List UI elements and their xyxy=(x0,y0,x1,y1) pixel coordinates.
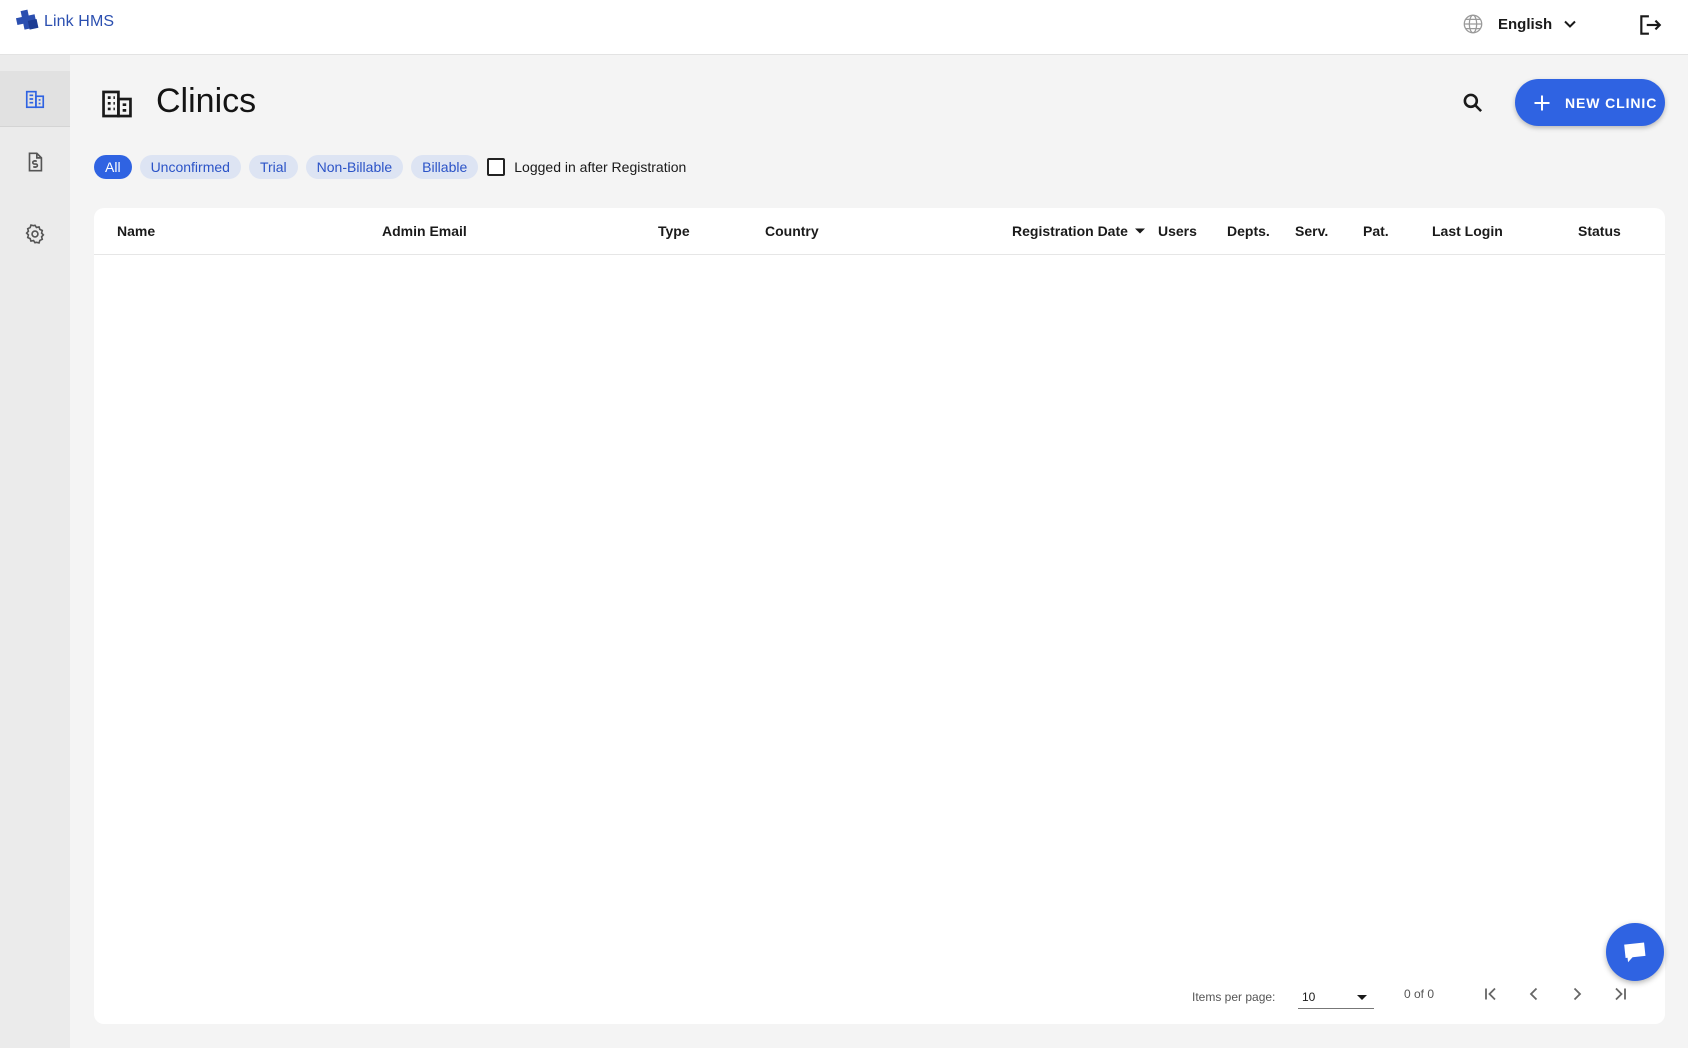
chat-icon xyxy=(1624,942,1646,963)
column-header-users[interactable]: Users xyxy=(1158,223,1197,239)
first-page-icon xyxy=(1485,987,1496,1001)
new-clinic-label: NEW CLINIC xyxy=(1565,94,1658,111)
column-header-admin-email[interactable]: Admin Email xyxy=(382,223,467,239)
pagination-range: 0 of 0 xyxy=(1404,987,1435,1001)
logout-button[interactable] xyxy=(1637,12,1663,38)
new-clinic-button[interactable]: NEW CLINIC xyxy=(1515,79,1665,126)
column-header-name[interactable]: Name xyxy=(117,223,155,239)
clinics-table: Name Admin Email Type Country Registrati… xyxy=(94,208,1665,1024)
logout-icon xyxy=(1640,15,1662,35)
column-header-country[interactable]: Country xyxy=(765,223,819,239)
column-header-registration-date[interactable]: Registration Date xyxy=(1012,223,1146,239)
clinics-icon xyxy=(25,90,45,109)
chat-button[interactable] xyxy=(1606,923,1664,981)
column-header-type[interactable]: Type xyxy=(658,223,690,239)
status-filter-chips: All Unconfirmed Trial Non-Billable Billa… xyxy=(94,155,686,179)
link-hms-logo-icon xyxy=(15,9,39,30)
sidebar-item-clinics[interactable] xyxy=(0,71,70,127)
previous-page-button[interactable] xyxy=(1520,980,1548,1008)
filter-chip-billable[interactable]: Billable xyxy=(411,155,479,179)
clinics-page-icon xyxy=(102,90,132,118)
next-page-button[interactable] xyxy=(1563,980,1591,1008)
items-per-page-value: 10 xyxy=(1302,990,1316,1004)
filter-chip-trial[interactable]: Trial xyxy=(248,155,298,179)
sort-descending-icon xyxy=(1134,228,1145,234)
column-header-serv[interactable]: Serv. xyxy=(1295,223,1328,239)
items-per-page-label: Items per page: xyxy=(1192,990,1276,1004)
column-header-registration-date-label: Registration Date xyxy=(1012,223,1128,239)
filter-chip-all[interactable]: All xyxy=(94,155,132,179)
globe-icon xyxy=(1463,14,1483,34)
sidebar-item-billing[interactable] xyxy=(0,134,70,190)
logged-in-checkbox[interactable] xyxy=(487,158,506,176)
column-header-depts[interactable]: Depts. xyxy=(1227,223,1270,239)
top-bar: Link HMS English xyxy=(0,0,1688,55)
settings-icon xyxy=(25,224,45,244)
column-header-last-login[interactable]: Last Login xyxy=(1432,223,1503,239)
filter-chip-unconfirmed[interactable]: Unconfirmed xyxy=(139,155,241,179)
dropdown-arrow-icon xyxy=(1357,995,1367,1000)
language-selector[interactable]: English xyxy=(1462,12,1578,36)
plus-icon xyxy=(1534,95,1550,110)
chevron-down-icon xyxy=(1564,20,1576,28)
table-header: Name Admin Email Type Country Registrati… xyxy=(94,208,1665,255)
sidebar-divider xyxy=(0,126,70,127)
sidebar-item-settings[interactable] xyxy=(0,206,70,262)
column-header-status[interactable]: Status xyxy=(1578,223,1621,239)
brand-logo[interactable]: Link HMS xyxy=(14,9,114,35)
filter-chip-non-billable[interactable]: Non-Billable xyxy=(305,155,404,179)
logged-in-checkbox-label: Logged in after Registration xyxy=(514,159,687,175)
last-page-button[interactable] xyxy=(1606,980,1634,1008)
search-button[interactable] xyxy=(1460,90,1486,116)
page-title: Clinics xyxy=(156,82,257,120)
logged-in-filter[interactable]: Logged in after Registration xyxy=(487,158,686,176)
brand-name: Link HMS xyxy=(44,13,115,30)
sidebar xyxy=(0,55,70,1048)
search-icon xyxy=(1463,93,1483,113)
chevron-right-icon xyxy=(1573,987,1582,1001)
column-header-pat[interactable]: Pat. xyxy=(1363,223,1389,239)
last-page-icon xyxy=(1615,987,1626,1001)
first-page-button[interactable] xyxy=(1477,980,1505,1008)
language-label: English xyxy=(1498,15,1553,33)
items-per-page-select[interactable]: 10 xyxy=(1298,981,1374,1009)
chevron-left-icon xyxy=(1529,987,1538,1001)
invoice-icon xyxy=(28,152,43,172)
